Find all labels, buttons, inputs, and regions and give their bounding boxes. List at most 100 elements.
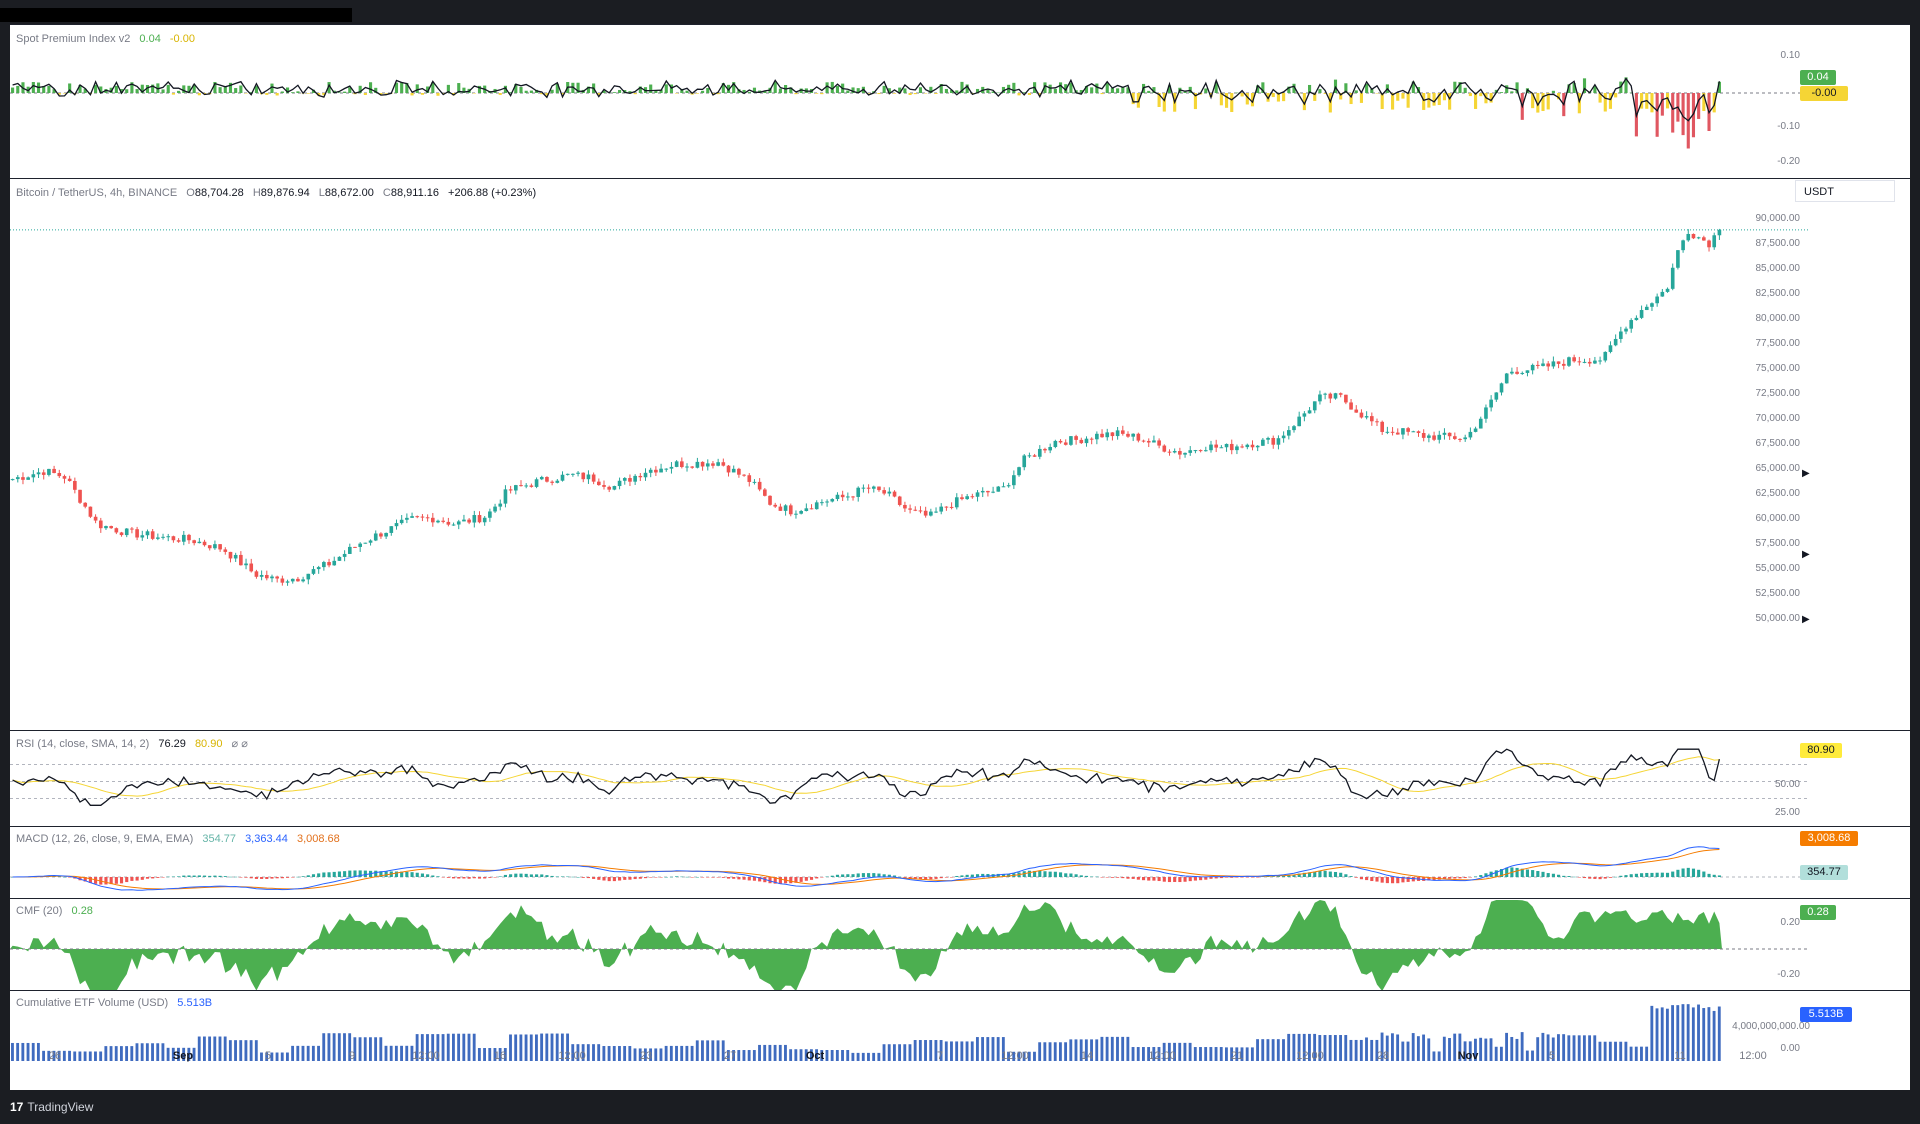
macd-hist-bar <box>649 877 653 878</box>
etf-pane[interactable]: Cumulative ETF Volume (USD) 5.513B 4,000… <box>10 990 1910 1063</box>
etf-volume-bar <box>1707 1007 1711 1061</box>
premium-bar <box>633 93 637 95</box>
candle-body <box>643 472 648 478</box>
candle-body <box>534 479 539 487</box>
candle-body <box>835 494 840 500</box>
currency-unit-button[interactable]: USDT <box>1795 180 1895 202</box>
candle-body <box>259 574 264 577</box>
premium-bar <box>1608 93 1613 109</box>
etf-volume-bar <box>68 1050 71 1061</box>
macd-hist-bar <box>1064 873 1068 877</box>
candle-body <box>1530 364 1535 371</box>
etf-volume-bar <box>1427 1038 1431 1061</box>
etf-volume-bar <box>519 1034 523 1061</box>
play-arrow-icon[interactable]: ▶ <box>1802 614 1810 625</box>
candle-body <box>830 499 835 502</box>
premium-bar <box>908 93 912 95</box>
rsi-pane[interactable]: RSI (14, close, SMA, 14, 2) 76.29 80.90 … <box>10 730 1910 827</box>
candle-body <box>1307 410 1312 414</box>
price-axis-label: 57,500.00 <box>1755 538 1801 549</box>
macd-hist-bar <box>633 877 637 880</box>
etf-volume-bar <box>1365 1037 1368 1061</box>
etf-volume-bar <box>898 1044 902 1061</box>
macd-hist-bar <box>612 877 616 882</box>
macd-hist-bar <box>296 876 300 878</box>
macd-hist-bar <box>1572 876 1576 878</box>
macd-hist-bar <box>1230 877 1234 878</box>
premium-bar <box>924 93 928 94</box>
macd-hist-bar <box>426 874 430 877</box>
candle-body <box>1582 361 1587 363</box>
etf-volume-bar <box>228 1040 232 1061</box>
macd-hist-bar <box>540 874 544 877</box>
macd-hist-bar <box>1593 877 1597 879</box>
etf-volume-bar <box>965 1041 969 1061</box>
etf-volume-bar <box>1572 1035 1576 1061</box>
candle-body <box>711 463 715 466</box>
macd-hist-bar <box>867 873 871 877</box>
macd-hist-bar <box>166 876 170 878</box>
candle-body <box>1006 485 1011 487</box>
macd-hist-bar <box>363 870 367 877</box>
indicator-name: Spot Premium Index v2 <box>16 33 131 45</box>
candle-body <box>913 509 918 511</box>
macd-hist-bar <box>1474 876 1478 877</box>
macd-hist-bar <box>1557 874 1561 877</box>
candle-body <box>897 496 902 505</box>
play-arrow-icon[interactable]: ▶ <box>1802 549 1810 560</box>
candle-body <box>389 526 394 533</box>
candle-body <box>1183 452 1187 455</box>
macd-hist-bar <box>327 872 331 877</box>
premium-bar <box>701 90 705 93</box>
open-value: 88,704.28 <box>194 187 244 199</box>
macd-hist-bar <box>726 877 731 879</box>
macd-hist-bar <box>955 875 959 877</box>
candle-body <box>539 476 544 480</box>
etf-volume-bar <box>716 1040 720 1061</box>
candle-body <box>1406 428 1410 432</box>
macd-pane[interactable]: MACD (12, 26, close, 9, EMA, EMA) 354.77… <box>10 826 1910 899</box>
etf-volume-bar <box>296 1045 300 1061</box>
macd-hist-bar <box>410 872 414 877</box>
etf-volume-bar <box>545 1033 549 1061</box>
price-pane[interactable]: Bitcoin / TetherUS, 4h, BINANCE O88,704.… <box>10 178 1910 731</box>
macd-hist-bar <box>182 875 186 877</box>
candle-body <box>394 523 399 527</box>
price-axis-label: 75,000.00 <box>1755 363 1801 374</box>
premium-bar <box>280 91 284 93</box>
premium-bar <box>275 93 279 96</box>
candle-body <box>648 469 653 473</box>
candle-body <box>1707 240 1711 248</box>
candle-body <box>1691 233 1696 239</box>
etf-volume-bar <box>452 1033 455 1061</box>
candle-body <box>1261 439 1265 446</box>
candle-body <box>1214 444 1218 448</box>
candle-body <box>565 473 570 475</box>
spot-premium-pane[interactable]: Spot Premium Index v2 0.04 -0.00 0.10 -0… <box>10 24 1910 179</box>
premium-bar <box>1090 87 1094 93</box>
etf-volume-bar <box>970 1041 974 1061</box>
macd-hist-bar <box>1717 875 1721 877</box>
candle-body <box>1209 444 1213 451</box>
macd-hist-bar <box>452 877 456 879</box>
premium-bar <box>913 93 917 95</box>
candle-body <box>1032 455 1037 457</box>
etf-volume-bar <box>1214 1047 1218 1061</box>
candle-body <box>508 489 513 491</box>
cmf-pane[interactable]: CMF (20) 0.28 0.20 -0.20 0.28 <box>10 898 1910 991</box>
etf-volume-bar <box>161 1043 165 1061</box>
etf-volume-bar <box>1567 1035 1571 1061</box>
etf-volume-bar <box>1702 1008 1706 1061</box>
premium-bar <box>1110 88 1114 93</box>
time-axis-label: 12:00 <box>412 1050 440 1062</box>
candle-body <box>1463 437 1468 440</box>
play-arrow-icon[interactable]: ▶ <box>1802 468 1810 479</box>
etf-volume-bar <box>763 1044 767 1061</box>
macd-hist-bar <box>1240 877 1244 878</box>
candle-body <box>597 481 601 486</box>
macd-hist-bar <box>1577 877 1581 878</box>
etf-volume-bar <box>78 1051 82 1061</box>
etf-volume-bar <box>1629 1046 1633 1061</box>
etf-volume-bar <box>1188 1042 1192 1061</box>
candle-body <box>270 576 274 579</box>
